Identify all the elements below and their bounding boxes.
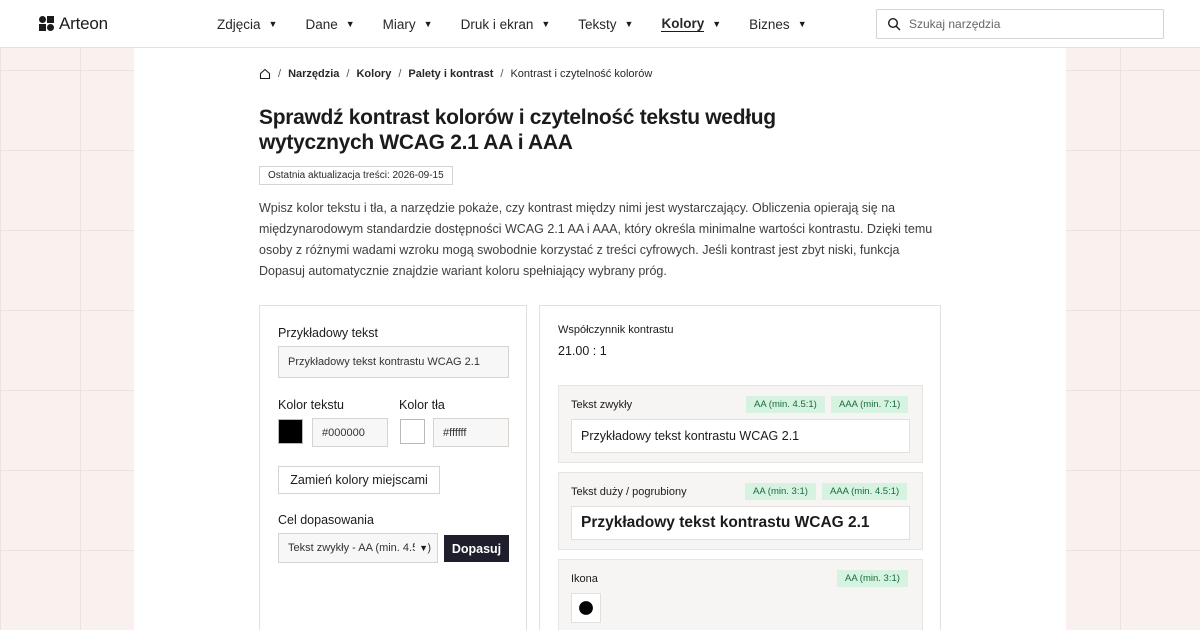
nav-label: Kolory xyxy=(661,16,705,32)
contrast-icon xyxy=(579,601,593,615)
breadcrumb: / Narzędzia / Kolory / Palety i kontrast… xyxy=(259,68,652,80)
nav-item-druk-i-ekran[interactable]: Druk i ekran ▼ xyxy=(461,14,551,34)
chevron-down-icon: ▼ xyxy=(415,543,428,553)
contrast-ratio-value: 21.00 : 1 xyxy=(558,344,607,358)
text-color-swatch[interactable] xyxy=(278,419,303,444)
contrast-ratio-label: Współczynnik kontrastu xyxy=(558,324,674,336)
adjust-button[interactable]: Dopasuj xyxy=(444,535,509,562)
breadcrumb-separator: / xyxy=(346,68,350,80)
nav-label: Druk i ekran xyxy=(460,16,534,32)
breadcrumb-link-palety[interactable]: Palety i kontrast xyxy=(408,68,493,80)
sample-text-label: Przykładowy tekst xyxy=(278,326,379,340)
nav-item-biznes[interactable]: Biznes ▼ xyxy=(749,14,806,34)
nav-item-miary[interactable]: Miary ▼ xyxy=(383,14,433,34)
breadcrumb-link-kolory[interactable]: Kolory xyxy=(356,68,391,80)
input-panel: Przykładowy tekst Przykładowy tekst kont… xyxy=(259,305,527,630)
large-text-check: Tekst duży / pogrubiony AA (min. 3:1) AA… xyxy=(558,472,923,550)
bg-color-input[interactable]: #ffffff xyxy=(433,418,509,447)
normal-text-title: Tekst zwykły xyxy=(571,399,633,411)
caret-down-icon: ▼ xyxy=(345,19,355,29)
icon-check: Ikona AA (min. 3:1) xyxy=(558,559,923,630)
nav-item-kolory[interactable]: Kolory ▼ xyxy=(661,14,721,34)
caret-down-icon: ▼ xyxy=(541,19,551,29)
brand-logo[interactable]: Arteon xyxy=(39,14,108,34)
breadcrumb-link-narzedzia[interactable]: Narzędzia xyxy=(288,68,339,80)
large-text-preview: Przykładowy tekst kontrastu WCAG 2.1 xyxy=(571,506,910,540)
target-label: Cel dopasowania xyxy=(278,513,374,527)
nav-label: Dane xyxy=(305,16,338,32)
normal-text-check: Tekst zwykły AA (min. 4.5:1) AAA (min. 7… xyxy=(558,385,923,463)
search-input[interactable] xyxy=(909,17,1149,31)
target-select-value: Tekst zwykły - AA (min. 4.5:1) xyxy=(288,542,432,554)
caret-down-icon: ▼ xyxy=(423,19,433,29)
nav-item-zdjecia[interactable]: Zdjęcia ▼ xyxy=(217,14,277,34)
caret-down-icon: ▼ xyxy=(268,19,278,29)
caret-down-icon: ▼ xyxy=(624,19,634,29)
brand-name: Arteon xyxy=(59,14,108,33)
main-content-card: / Narzędzia / Kolory / Palety i kontrast… xyxy=(134,48,1066,630)
aaa-pass-badge: AAA (min. 4.5:1) xyxy=(822,483,908,500)
bg-color-swatch[interactable] xyxy=(400,419,425,444)
last-updated-badge: Ostatnia aktualizacja treści: 2026-09-15 xyxy=(259,166,453,185)
icon-title: Ikona xyxy=(571,573,598,585)
aa-pass-badge: AA (min. 4.5:1) xyxy=(746,396,825,413)
caret-down-icon: ▼ xyxy=(712,19,722,29)
aa-pass-badge: AA (min. 3:1) xyxy=(745,483,816,500)
top-navigation-bar: Arteon Zdjęcia ▼ Dane ▼ Miary ▼ Druk i ekra… xyxy=(0,0,1200,48)
swap-colors-button[interactable]: Zamień kolory miejscami xyxy=(278,466,440,494)
target-select[interactable]: Tekst zwykły - AA (min. 4.5:1) ▼ xyxy=(278,533,438,563)
bg-color-label: Kolor tła xyxy=(399,398,445,412)
breadcrumb-separator: / xyxy=(398,68,402,80)
nav-label: Miary xyxy=(382,16,416,32)
normal-text-preview: Przykładowy tekst kontrastu WCAG 2.1 xyxy=(571,419,910,453)
nav-item-teksty[interactable]: Teksty ▼ xyxy=(578,14,633,34)
large-text-title: Tekst duży / pogrubiony xyxy=(571,486,687,498)
text-color-label: Kolor tekstu xyxy=(278,398,345,412)
nav-label: Biznes xyxy=(749,16,790,32)
sample-text-input[interactable]: Przykładowy tekst kontrastu WCAG 2.1 xyxy=(278,346,509,378)
page-title: Sprawdź kontrast kolorów i czytelność te… xyxy=(259,106,776,154)
intro-paragraph: Wpisz kolor tekstu i tła, a narzędzie po… xyxy=(259,201,933,278)
search-icon xyxy=(887,17,901,31)
nav-item-dane[interactable]: Dane ▼ xyxy=(305,14,354,34)
logo-icon xyxy=(39,16,55,32)
aaa-pass-badge: AAA (min. 7:1) xyxy=(831,396,909,413)
results-panel: Współczynnik kontrastu 21.00 : 1 Tekst z… xyxy=(539,305,941,630)
breadcrumb-separator: / xyxy=(278,68,282,80)
search-box[interactable] xyxy=(876,9,1164,39)
breadcrumb-separator: / xyxy=(500,68,504,80)
caret-down-icon: ▼ xyxy=(797,19,807,29)
icon-preview-box xyxy=(571,593,601,623)
aa-pass-badge: AA (min. 3:1) xyxy=(837,570,908,587)
breadcrumb-current: Kontrast i czytelność kolorów xyxy=(510,68,653,80)
text-color-input[interactable]: #000000 xyxy=(312,418,388,447)
home-icon[interactable] xyxy=(259,68,271,80)
main-nav: Zdjęcia ▼ Dane ▼ Miary ▼ Druk i ekran ▼ Teks… xyxy=(217,0,835,48)
nav-label: Teksty xyxy=(578,16,617,32)
nav-label: Zdjęcia xyxy=(217,16,261,32)
